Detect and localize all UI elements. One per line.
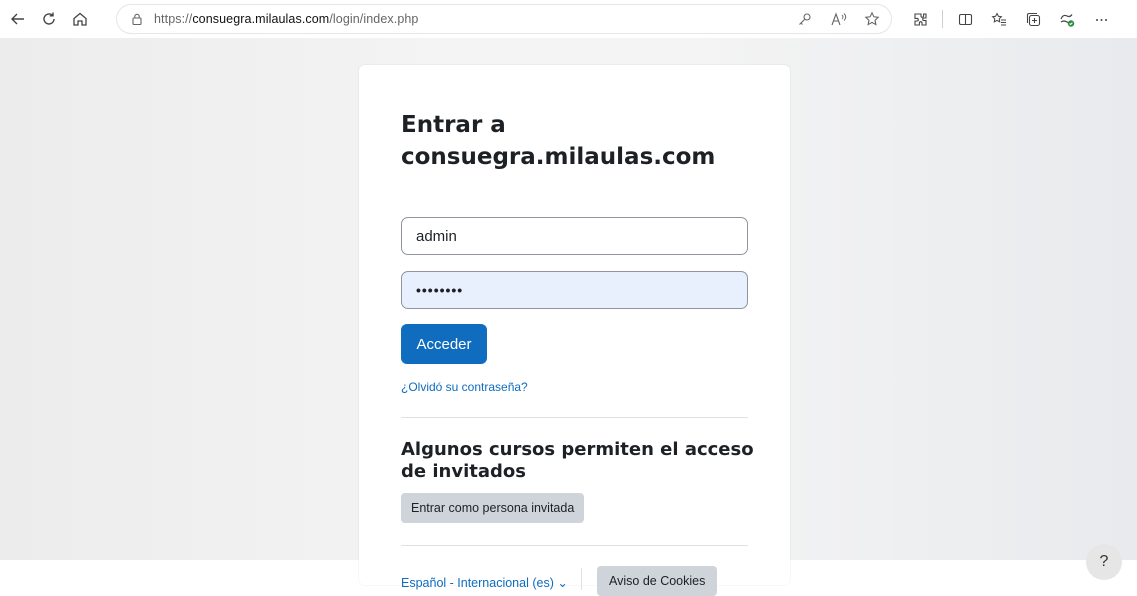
login-title: Entrar a consuegra.milaulas.com [401, 112, 716, 170]
address-bar[interactable]: https://consuegra.milaulas.com/login/ind… [116, 4, 892, 34]
cookies-notice-button[interactable]: Aviso de Cookies [597, 566, 718, 596]
lock-icon[interactable] [130, 12, 144, 26]
divider [401, 545, 748, 546]
guest-access-heading: Algunos cursos permiten el acceso de inv… [401, 439, 754, 482]
forgot-password-link[interactable]: ¿Olvidó su contraseña? [401, 380, 528, 394]
favorite-star-icon[interactable] [858, 5, 886, 33]
login-card: Entrar a consuegra.milaulas.com admin ••… [359, 65, 790, 596]
favorites-icon[interactable] [985, 5, 1013, 33]
back-icon[interactable] [4, 5, 32, 33]
url-scheme: https:// [154, 12, 193, 26]
more-icon[interactable] [1087, 5, 1115, 33]
toolbar-separator [942, 10, 943, 28]
browser-essentials-icon[interactable] [1053, 5, 1081, 33]
url-host: consuegra.milaulas.com [192, 12, 330, 26]
help-button[interactable]: ? [1086, 544, 1122, 580]
url-text[interactable]: https://consuegra.milaulas.com/login/ind… [154, 12, 418, 26]
guest-login-button[interactable]: Entrar como persona invitada [401, 493, 585, 523]
password-input[interactable]: •••••••• [401, 271, 748, 309]
page-background: Entrar a consuegra.milaulas.com admin ••… [0, 38, 1137, 596]
refresh-icon[interactable] [35, 5, 63, 33]
browser-toolbar: https://consuegra.milaulas.com/login/ind… [0, 0, 1137, 38]
footer-separator [581, 568, 582, 590]
username-input[interactable]: admin [401, 217, 748, 255]
divider [401, 417, 748, 418]
collections-icon[interactable] [1019, 5, 1047, 33]
read-aloud-icon[interactable] [824, 5, 852, 33]
url-path: /login/index.php [329, 12, 419, 26]
passkey-icon[interactable] [790, 5, 818, 33]
login-button[interactable]: Acceder [401, 324, 487, 364]
extensions-icon[interactable] [906, 5, 934, 33]
home-icon[interactable] [66, 5, 94, 33]
language-selector[interactable]: Español - Internacional (es) ⌄ [401, 575, 568, 590]
split-screen-icon[interactable] [951, 5, 979, 33]
